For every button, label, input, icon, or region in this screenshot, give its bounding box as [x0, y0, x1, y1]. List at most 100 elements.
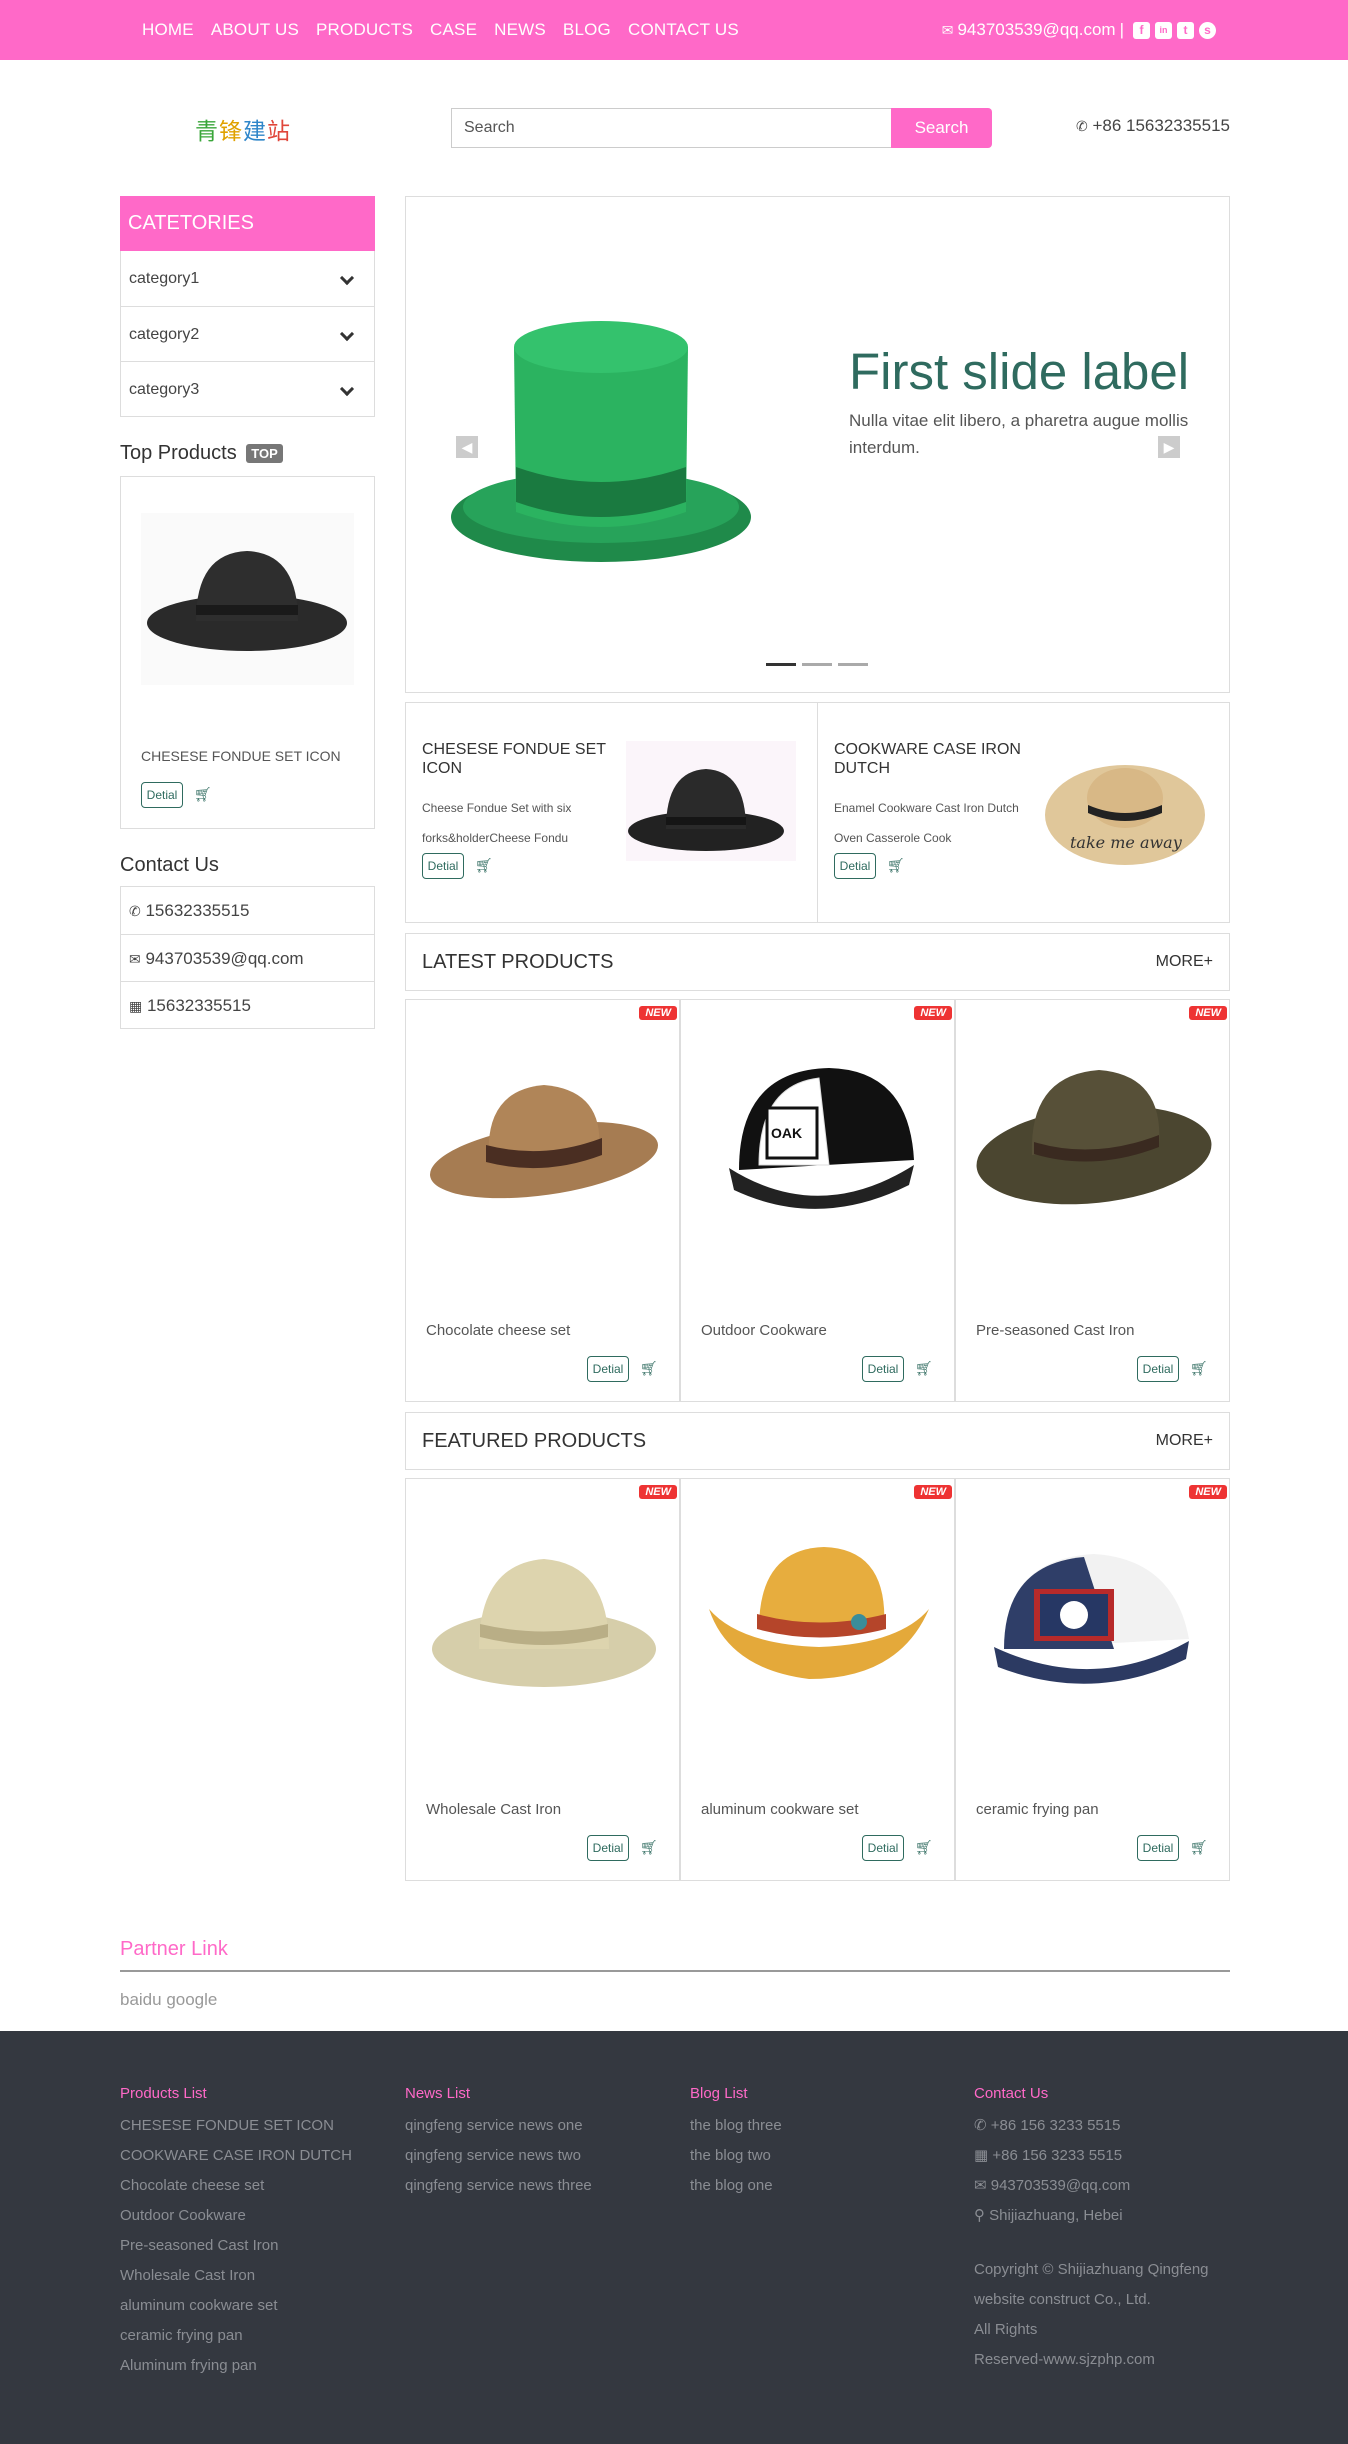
chevron-down-icon[interactable]: [339, 381, 355, 397]
nav-about-us[interactable]: ABOUT US: [211, 20, 299, 40]
search-input[interactable]: Search: [451, 108, 891, 148]
product-name[interactable]: aluminum cookware set: [701, 1801, 859, 1818]
detail-button[interactable]: Detial: [862, 1835, 904, 1861]
cart-icon[interactable]: 🛒︎: [915, 1360, 933, 1376]
envelope-icon: ✉: [941, 21, 954, 38]
footer-email-text[interactable]: 943703539@qq.com: [991, 2177, 1131, 2194]
chevron-left-icon[interactable]: ◀: [456, 436, 478, 458]
new-badge: NEW: [1189, 1485, 1227, 1499]
nav-news[interactable]: NEWS: [494, 20, 546, 40]
site-logo[interactable]: 青锋建站: [195, 112, 291, 146]
detail-button[interactable]: Detial: [587, 1835, 629, 1861]
product-name[interactable]: Outdoor Cookware: [701, 1322, 827, 1339]
chevron-right-icon[interactable]: ▶: [1158, 436, 1180, 458]
cart-icon[interactable]: 🛒︎: [640, 1360, 658, 1376]
fax-icon: ▦: [974, 2147, 989, 2164]
footer-link[interactable]: the blog one: [690, 2171, 782, 2201]
footer-link[interactable]: qingfeng service news one: [405, 2111, 592, 2141]
footer-link[interactable]: qingfeng service news two: [405, 2141, 592, 2171]
cart-icon[interactable]: 🛒︎: [1190, 1360, 1208, 1376]
product-card: NEW ceramic frying pan Detial 🛒︎: [955, 1478, 1230, 1881]
detail-button[interactable]: Detial: [587, 1356, 629, 1382]
carousel-indicator[interactable]: [838, 663, 868, 666]
divider: [120, 1970, 1230, 1972]
product-image[interactable]: [141, 513, 354, 685]
footer-link[interactable]: CHESESE FONDUE SET ICON: [120, 2111, 352, 2141]
detail-button[interactable]: Detial: [834, 853, 876, 879]
logo-char: 站: [267, 119, 291, 145]
new-badge: NEW: [639, 1006, 677, 1020]
nav-case[interactable]: CASE: [430, 20, 477, 40]
footer-link[interactable]: the blog two: [690, 2141, 782, 2171]
footer-link[interactable]: Aluminum frying pan: [120, 2351, 352, 2381]
footer-link[interactable]: aluminum cookware set: [120, 2291, 352, 2321]
nav-home[interactable]: HOME: [142, 20, 194, 40]
cart-icon[interactable]: 🛒︎: [915, 1839, 933, 1855]
footer-link[interactable]: Outdoor Cookware: [120, 2201, 352, 2231]
product-card: NEW Chocolate cheese set Detial 🛒︎: [405, 999, 680, 1402]
nav-blog[interactable]: BLOG: [563, 20, 611, 40]
search-button[interactable]: Search: [891, 108, 992, 148]
detail-button[interactable]: Detial: [1137, 1356, 1179, 1382]
top-product-name[interactable]: CHESESE FONDUE SET ICON: [141, 748, 341, 764]
product-name[interactable]: Chocolate cheese set: [426, 1322, 570, 1339]
footer-link[interactable]: Pre-seasoned Cast Iron: [120, 2231, 352, 2261]
category-item[interactable]: category2: [121, 306, 374, 361]
featured-title[interactable]: COOKWARE CASE IRON DUTCH: [834, 740, 1034, 778]
categories-list: category1 category2 category3: [120, 251, 375, 417]
copyright-line: website construct Co., Ltd.: [974, 2291, 1151, 2308]
footer-link[interactable]: ceramic frying pan: [120, 2321, 352, 2351]
cart-icon[interactable]: 🛒︎: [887, 857, 905, 873]
product-card: NEW aluminum cookware set Detial 🛒︎: [680, 1478, 955, 1881]
cart-icon[interactable]: 🛒︎: [194, 786, 212, 802]
top-product-card: CHESESE FONDUE SET ICON Detial 🛒︎: [120, 476, 375, 829]
carousel-indicator[interactable]: [802, 663, 832, 666]
fax-icon: ▦: [129, 998, 143, 1014]
product-name[interactable]: Wholesale Cast Iron: [426, 1801, 561, 1818]
chevron-down-icon[interactable]: [339, 326, 355, 342]
contact-fax: ▦ 15632335515: [121, 981, 374, 1028]
footer-fax-text: +86 156 3233 5515: [992, 2147, 1123, 2164]
latest-more-link[interactable]: MORE+: [1156, 934, 1213, 990]
nav-contact-us[interactable]: CONTACT US: [628, 20, 739, 40]
detail-button[interactable]: Detial: [141, 782, 183, 808]
product-name[interactable]: Pre-seasoned Cast Iron: [976, 1322, 1134, 1339]
footer-address: ⚲ Shijiazhuang, Hebei: [974, 2201, 1209, 2231]
twitter-icon[interactable]: t: [1177, 21, 1194, 39]
carousel-indicator[interactable]: [766, 663, 796, 666]
footer-link[interactable]: COOKWARE CASE IRON DUTCH: [120, 2141, 352, 2171]
new-badge: NEW: [1189, 1006, 1227, 1020]
footer-email: ✉ 943703539@qq.com: [974, 2171, 1209, 2201]
facebook-icon[interactable]: f: [1133, 21, 1150, 39]
contact-email-text[interactable]: 943703539@qq.com: [145, 949, 303, 968]
featured-more-link[interactable]: MORE+: [1156, 1413, 1213, 1469]
detail-button[interactable]: Detial: [862, 1356, 904, 1382]
skype-icon[interactable]: s: [1199, 21, 1216, 39]
categories-title: CATETORIES: [120, 196, 375, 251]
detail-button[interactable]: Detial: [1137, 1835, 1179, 1861]
footer-link[interactable]: Wholesale Cast Iron: [120, 2261, 352, 2291]
footer-link[interactable]: Chocolate cheese set: [120, 2171, 352, 2201]
slide-title: First slide label: [849, 343, 1190, 400]
contact-us-list: ✆ 15632335515 ✉ 943703539@qq.com ▦ 15632…: [120, 886, 375, 1029]
top-email[interactable]: 943703539@qq.com: [957, 20, 1115, 40]
category-item[interactable]: category3: [121, 361, 374, 416]
footer-link[interactable]: the blog three: [690, 2111, 782, 2141]
cart-icon[interactable]: 🛒︎: [1190, 1839, 1208, 1855]
detail-button[interactable]: Detial: [422, 853, 464, 879]
nav-products[interactable]: PRODUCTS: [316, 20, 413, 40]
straw-hat-image: take me away: [1045, 765, 1205, 865]
product-card: NEW Pre-seasoned Cast Iron Detial 🛒︎: [955, 999, 1230, 1402]
featured-title[interactable]: CHESESE FONDUE SET ICON: [422, 740, 622, 778]
chevron-down-icon[interactable]: [339, 270, 355, 286]
product-name[interactable]: ceramic frying pan: [976, 1801, 1099, 1818]
cart-icon[interactable]: 🛒︎: [640, 1839, 658, 1855]
linkedin-icon[interactable]: in: [1155, 21, 1172, 39]
brown-fedora-image: [430, 1085, 658, 1199]
category-item[interactable]: category1: [121, 251, 374, 306]
footer-link[interactable]: qingfeng service news three: [405, 2171, 592, 2201]
partner-links[interactable]: baidu google: [120, 1990, 217, 2010]
footer-address-text: Shijiazhuang, Hebei: [989, 2207, 1123, 2224]
cart-icon[interactable]: 🛒︎: [475, 857, 493, 873]
trucker-cap-image: OAK: [729, 1068, 914, 1209]
